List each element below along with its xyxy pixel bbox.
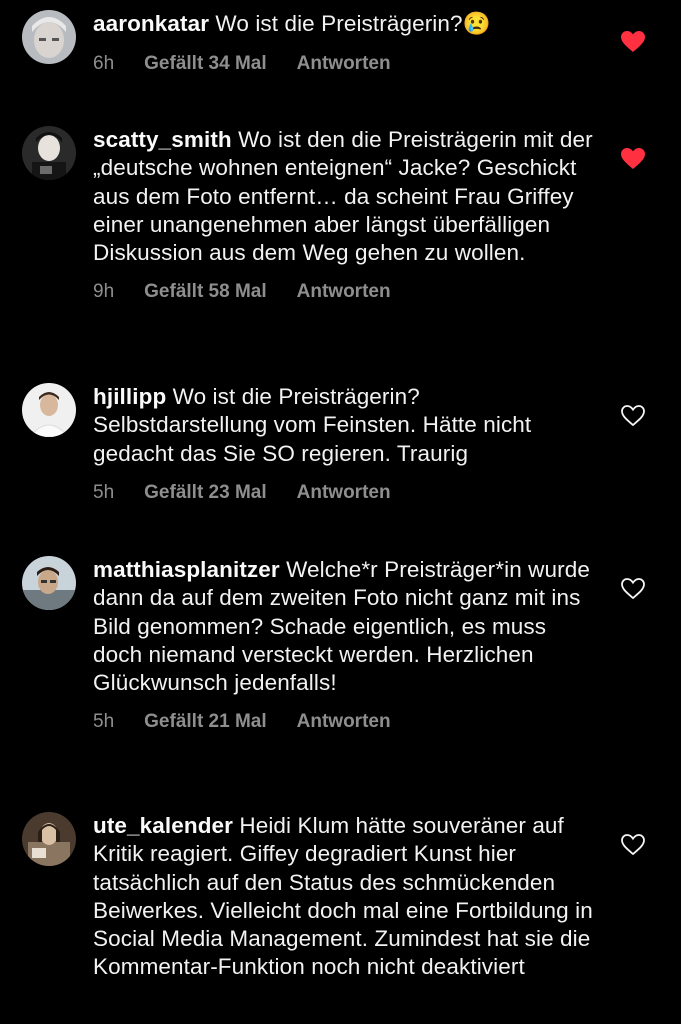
username[interactable]: scatty_smith xyxy=(93,127,232,152)
username[interactable]: ute_kalender xyxy=(93,813,233,838)
username[interactable]: hjillipp xyxy=(93,384,166,409)
heart-filled-icon[interactable] xyxy=(621,148,645,170)
avatar[interactable] xyxy=(22,556,76,610)
likes-count[interactable]: Gefällt 34 Mal xyxy=(144,53,267,75)
comment-time: 9h xyxy=(93,281,115,303)
avatar[interactable] xyxy=(22,383,76,437)
reply-button[interactable]: Antworten xyxy=(297,53,391,75)
reply-button[interactable]: Antworten xyxy=(297,281,391,303)
comment-text: Wo ist die Preisträgerin? xyxy=(215,11,463,36)
avatar[interactable] xyxy=(22,10,76,64)
username[interactable]: aaronkatar xyxy=(93,11,209,36)
heart-outline-icon[interactable] xyxy=(621,578,645,600)
likes-count[interactable]: Gefällt 58 Mal xyxy=(144,281,267,303)
heart-filled-icon[interactable] xyxy=(621,31,645,53)
likes-count[interactable]: Gefällt 23 Mal xyxy=(144,482,267,504)
likes-count[interactable]: Gefällt 21 Mal xyxy=(144,711,267,733)
heart-outline-icon[interactable] xyxy=(621,405,645,427)
comment-time: 5h xyxy=(93,481,115,503)
comment-time: 6h xyxy=(93,53,115,75)
heart-outline-icon[interactable] xyxy=(621,834,645,856)
avatar[interactable] xyxy=(22,126,76,180)
avatar[interactable] xyxy=(22,812,76,866)
reply-button[interactable]: Antworten xyxy=(297,482,391,504)
comment-time: 5h xyxy=(93,711,115,733)
crying-face-emoji: 😢 xyxy=(462,11,491,36)
username[interactable]: matthiasplanitzer xyxy=(93,557,280,582)
reply-button[interactable]: Antworten xyxy=(297,711,391,733)
